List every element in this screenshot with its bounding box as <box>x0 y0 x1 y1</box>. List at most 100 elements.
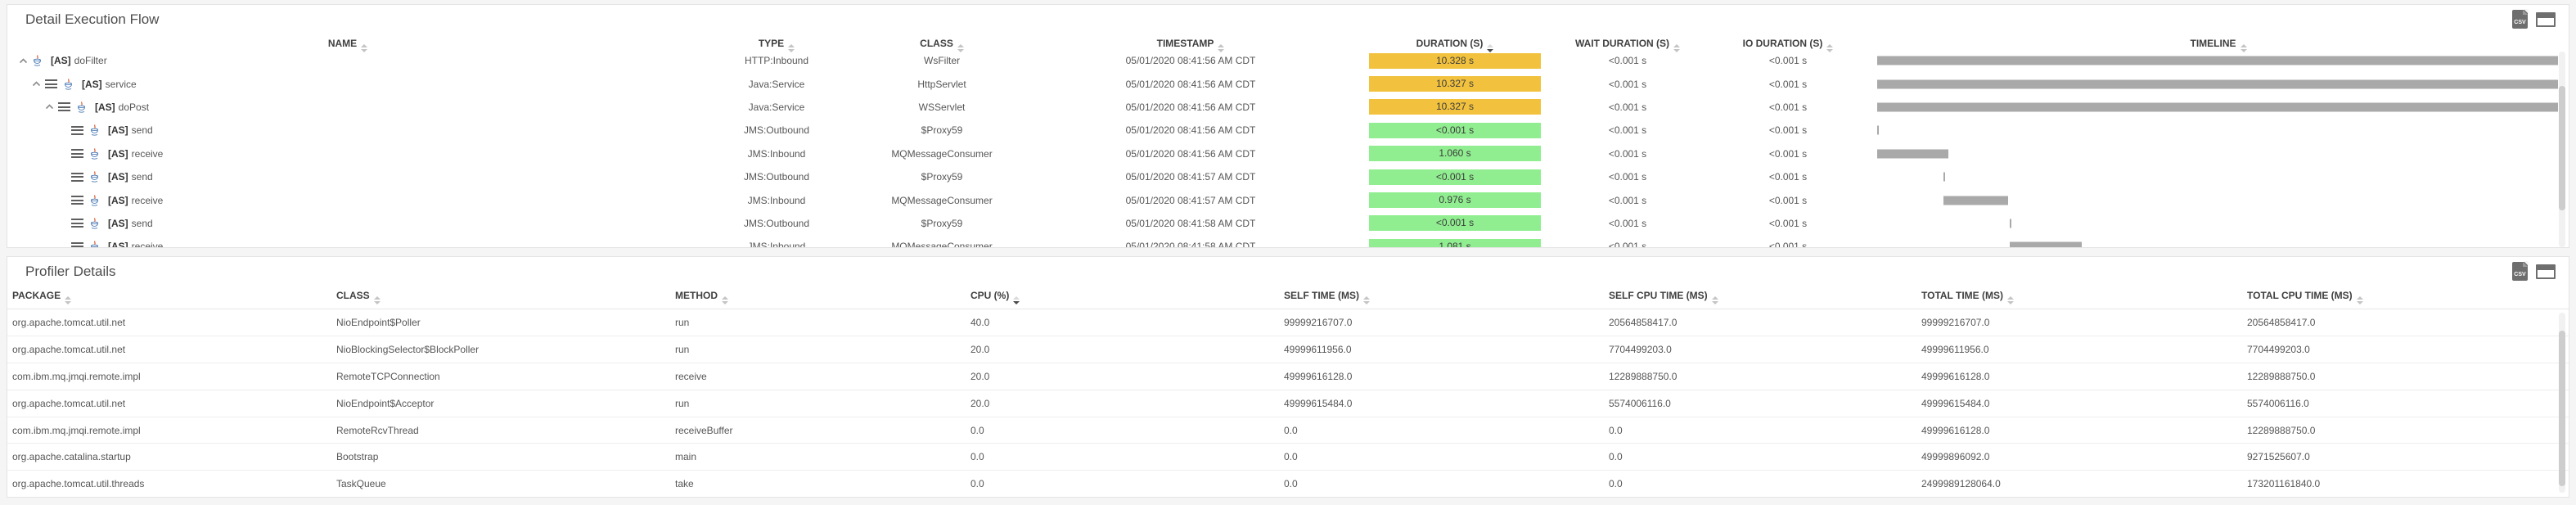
profiler-scrollbar-thumb[interactable] <box>2559 331 2565 486</box>
sort-icon <box>722 296 728 304</box>
timestamp-cell: 05/01/2020 08:41:56 AM CDT <box>1019 79 1362 90</box>
io-duration-cell: <0.001 s <box>1708 171 1868 183</box>
timestamp-cell: 05/01/2020 08:41:56 AM CDT <box>1019 101 1362 113</box>
total-cpu-time-cell: 173201161840.0 <box>2247 478 2569 489</box>
execution-flow-row[interactable]: [AS] receive JMS:Inbound MQMessageConsum… <box>7 188 2569 211</box>
profiler-row[interactable]: org.apache.catalina.startup Bootstrap ma… <box>7 444 2569 471</box>
type-cell: Java:Service <box>688 79 865 90</box>
chevron-up-icon[interactable] <box>45 104 54 110</box>
profiler-column-header[interactable]: SELF CPU TIME (MS) <box>1609 290 1921 304</box>
method-name: receive <box>132 241 164 248</box>
self-cpu-time-cell: 7704499203.0 <box>1609 344 1921 355</box>
chevron-up-icon[interactable] <box>32 81 41 87</box>
self-time-cell: 99999216707.0 <box>1284 317 1609 328</box>
self-time-cell: 0.0 <box>1284 478 1609 489</box>
profiler-row[interactable]: org.apache.tomcat.util.net NioBlockingSe… <box>7 336 2569 363</box>
java-icon <box>89 124 100 136</box>
profiler-column-header[interactable]: CLASS <box>336 290 675 304</box>
profiler-row[interactable]: org.apache.tomcat.util.threads TaskQueue… <box>7 471 2569 498</box>
java-icon <box>89 171 100 183</box>
profiler-title: Profiler Details <box>25 264 116 280</box>
menu-icon[interactable] <box>71 196 83 205</box>
sort-icon <box>1363 296 1370 304</box>
menu-icon[interactable] <box>71 149 83 158</box>
total-time-cell: 2499989128064.0 <box>1921 478 2247 489</box>
method-name: service <box>106 79 137 90</box>
chevron-up-icon[interactable] <box>19 58 28 64</box>
export-csv-icon[interactable]: CSV <box>2512 10 2528 29</box>
menu-icon[interactable] <box>71 219 83 228</box>
menu-icon[interactable] <box>71 242 83 248</box>
as-prefix: [AS] <box>108 171 128 183</box>
method-cell: run <box>675 317 971 328</box>
io-duration-cell: <0.001 s <box>1708 101 1868 113</box>
class-cell: WSServlet <box>865 101 1019 113</box>
profiler-column-header[interactable]: METHOD <box>675 290 971 304</box>
class-cell: Bootstrap <box>336 451 675 462</box>
flow-scrollbar-thumb[interactable] <box>2559 86 2565 210</box>
export-csv-icon[interactable]: CSV <box>2512 262 2528 281</box>
total-time-cell: 49999896092.0 <box>1921 451 2247 462</box>
execution-flow-row[interactable]: [AS] service Java:Service HttpServlet 05… <box>7 72 2569 95</box>
self-cpu-time-cell: 0.0 <box>1609 478 1921 489</box>
package-cell: org.apache.tomcat.util.net <box>12 344 336 355</box>
execution-flow-row[interactable]: [AS] send JMS:Outbound $Proxy59 05/01/20… <box>7 212 2569 235</box>
wait-duration-cell: <0.001 s <box>1547 55 1708 66</box>
profiler-row[interactable]: org.apache.tomcat.util.net NioEndpoint$P… <box>7 309 2569 336</box>
type-cell: JMS:Outbound <box>688 124 865 136</box>
wait-duration-cell: <0.001 s <box>1547 124 1708 136</box>
open-window-icon[interactable] <box>2536 264 2556 279</box>
profiler-row[interactable]: com.ibm.mq.jmqi.remote.impl RemoteTCPCon… <box>7 363 2569 390</box>
method-cell: receiveBuffer <box>675 425 971 436</box>
self-cpu-time-cell: 20564858417.0 <box>1609 317 1921 328</box>
duration-badge: 1.081 s <box>1369 239 1541 248</box>
profiler-column-header[interactable]: CPU (%) <box>971 290 1284 304</box>
profiler-column-header[interactable]: TOTAL TIME (MS) <box>1921 290 2247 304</box>
method-name: send <box>132 218 153 229</box>
class-cell: MQMessageConsumer <box>865 241 1019 248</box>
java-icon <box>63 79 74 90</box>
profiler-column-header[interactable]: TOTAL CPU TIME (MS) <box>2247 290 2569 304</box>
class-cell: $Proxy59 <box>865 171 1019 183</box>
class-cell: MQMessageConsumer <box>865 148 1019 160</box>
cpu-cell: 20.0 <box>971 398 1284 409</box>
profiler-column-header[interactable]: SELF TIME (MS) <box>1284 290 1609 304</box>
package-cell: org.apache.tomcat.util.net <box>12 317 336 328</box>
profiler-row[interactable]: com.ibm.mq.jmqi.remote.impl RemoteRcvThr… <box>7 417 2569 444</box>
execution-flow-title: Detail Execution Flow <box>25 11 159 28</box>
profiler-header: PACKAGECLASSMETHODCPU (%)SELF TIME (MS)S… <box>7 285 2569 309</box>
class-cell: $Proxy59 <box>865 124 1019 136</box>
open-window-icon[interactable] <box>2536 12 2556 27</box>
menu-icon[interactable] <box>71 126 83 135</box>
execution-flow-row[interactable]: [AS] receive JMS:Inbound MQMessageConsum… <box>7 235 2569 248</box>
cpu-cell: 20.0 <box>971 371 1284 382</box>
duration-cell: 1.060 s <box>1362 146 1547 161</box>
menu-icon[interactable] <box>45 79 57 88</box>
menu-icon[interactable] <box>71 173 83 182</box>
as-prefix: [AS] <box>108 195 128 206</box>
profiler-row[interactable]: org.apache.tomcat.util.net NioEndpoint$A… <box>7 390 2569 417</box>
menu-icon[interactable] <box>58 102 70 111</box>
as-prefix: [AS] <box>82 79 102 90</box>
profiler-column-header[interactable]: PACKAGE <box>12 290 336 304</box>
execution-flow-row[interactable]: [AS] send JMS:Outbound $Proxy59 05/01/20… <box>7 119 2569 142</box>
execution-flow-row[interactable]: [AS] doPost Java:Service WSServlet 05/01… <box>7 96 2569 119</box>
class-cell: RemoteTCPConnection <box>336 371 675 382</box>
total-time-cell: 49999615484.0 <box>1921 398 2247 409</box>
timeline-bar <box>1877 126 1879 135</box>
method-name: doFilter <box>74 55 107 66</box>
class-cell: RemoteRcvThread <box>336 425 675 436</box>
as-prefix: [AS] <box>108 148 128 160</box>
execution-flow-row[interactable]: [AS] send JMS:Outbound $Proxy59 05/01/20… <box>7 165 2569 188</box>
as-prefix: [AS] <box>108 124 128 136</box>
duration-badge: <0.001 s <box>1369 169 1541 185</box>
cpu-cell: 0.0 <box>971 451 1284 462</box>
package-cell: com.ibm.mq.jmqi.remote.impl <box>12 371 336 382</box>
execution-flow-row[interactable]: [AS] doFilter HTTP:Inbound WsFilter 05/0… <box>7 49 2569 72</box>
total-cpu-time-cell: 12289888750.0 <box>2247 371 2569 382</box>
execution-flow-row[interactable]: [AS] receive JMS:Inbound MQMessageConsum… <box>7 142 2569 165</box>
io-duration-cell: <0.001 s <box>1708 55 1868 66</box>
class-cell: $Proxy59 <box>865 218 1019 229</box>
java-icon <box>89 148 100 160</box>
total-cpu-time-cell: 9271525607.0 <box>2247 451 2569 462</box>
